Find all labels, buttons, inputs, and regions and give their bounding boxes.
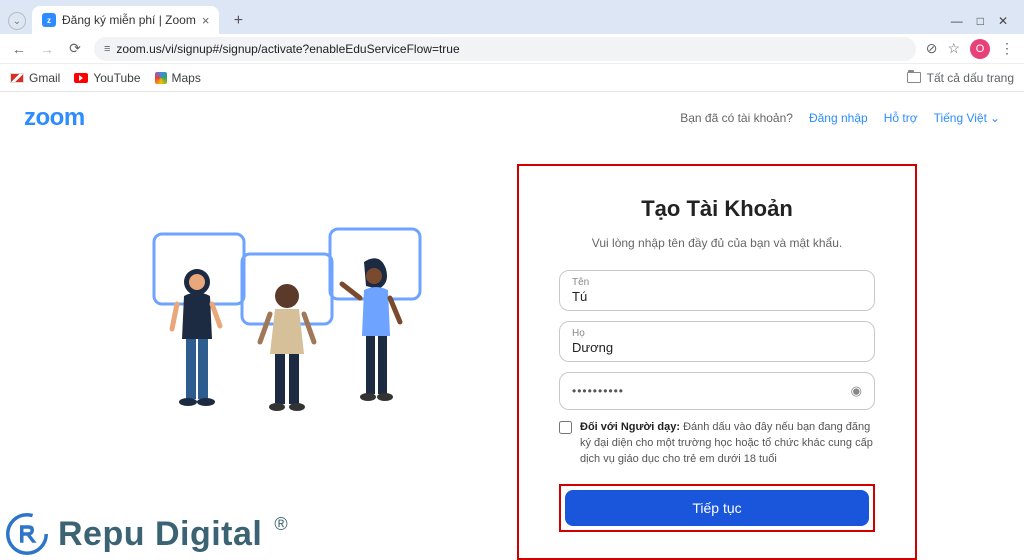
- continue-button[interactable]: Tiếp tục: [565, 490, 869, 526]
- last-name-field[interactable]: Họ: [559, 321, 875, 362]
- password-field[interactable]: ◉: [559, 372, 875, 410]
- continue-highlight: Tiếp tục: [559, 484, 875, 532]
- signin-link[interactable]: Đăng nhập: [809, 111, 868, 125]
- all-bookmarks[interactable]: Tất cả dấu trang: [907, 71, 1014, 85]
- password-input[interactable]: [572, 384, 851, 398]
- url-bar[interactable]: ≡ zoom.us/vi/signup#/signup/activate?ena…: [94, 37, 916, 61]
- last-name-input[interactable]: [572, 339, 862, 355]
- last-name-label: Họ: [572, 328, 862, 339]
- eye-icon[interactable]: ◉: [851, 383, 862, 399]
- educator-checkbox[interactable]: [559, 421, 572, 434]
- registered-icon: ®: [274, 514, 287, 535]
- bookmark-gmail[interactable]: Gmail: [10, 71, 60, 85]
- forward-icon: →: [38, 40, 56, 58]
- maximize-icon[interactable]: □: [977, 14, 984, 28]
- browser-address-bar: ← → ⟳ ≡ zoom.us/vi/signup#/signup/activa…: [0, 34, 1024, 64]
- gmail-icon: [10, 73, 24, 83]
- reload-icon[interactable]: ⟳: [66, 40, 84, 58]
- repu-logo-icon: [6, 513, 48, 555]
- minimize-icon[interactable]: —: [951, 14, 963, 28]
- chevron-down-icon: ⌄: [990, 111, 1000, 125]
- signup-illustration: [107, 164, 467, 434]
- youtube-icon: [74, 73, 88, 83]
- zoom-favicon-icon: z: [42, 13, 56, 27]
- bookmark-maps[interactable]: Maps: [155, 71, 201, 85]
- form-title: Tạo Tài Khoản: [641, 196, 793, 222]
- maps-icon: [155, 72, 167, 84]
- bookmarks-bar: Gmail YouTube Maps Tất cả dấu trang: [0, 64, 1024, 92]
- watermark-text: Repu Digital: [58, 515, 262, 554]
- tab-search-icon[interactable]: ⌄: [8, 12, 26, 30]
- site-info-icon[interactable]: ≡: [104, 43, 110, 55]
- bookmark-star-icon[interactable]: ☆: [947, 40, 960, 57]
- window-controls: — □ ✕: [943, 14, 1016, 34]
- repu-watermark: Repu Digital ®: [0, 513, 288, 555]
- profile-avatar[interactable]: O: [970, 39, 990, 59]
- url-text: zoom.us/vi/signup#/signup/activate?enabl…: [116, 42, 905, 56]
- form-subtitle: Vui lòng nhập tên đầy đủ của bạn và mật …: [592, 236, 842, 250]
- back-icon[interactable]: ←: [10, 40, 28, 58]
- tab-title: Đăng ký miễn phí | Zoom: [62, 13, 196, 27]
- first-name-field[interactable]: Tên: [559, 270, 875, 311]
- zoom-header: zoom Bạn đã có tài khoản? Đăng nhập Hỗ t…: [0, 92, 1024, 144]
- zoom-logo[interactable]: zoom: [24, 104, 85, 132]
- first-name-input[interactable]: [572, 288, 862, 304]
- new-tab-button[interactable]: +: [225, 8, 251, 34]
- close-window-icon[interactable]: ✕: [998, 14, 1008, 28]
- kebab-menu-icon[interactable]: ⋮: [1000, 40, 1014, 57]
- close-icon[interactable]: ×: [202, 13, 210, 28]
- language-selector[interactable]: Tiếng Việt ⌄: [934, 111, 1000, 125]
- first-name-label: Tên: [572, 277, 862, 288]
- account-prompt: Bạn đã có tài khoản?: [680, 111, 793, 125]
- folder-icon: [907, 72, 921, 83]
- educator-consent[interactable]: Đối với Người dạy: Đánh dấu vào đây nếu …: [559, 420, 875, 468]
- browser-tab[interactable]: z Đăng ký miễn phí | Zoom ×: [32, 6, 219, 34]
- password-key-icon[interactable]: ⊘: [926, 40, 938, 57]
- page-content: zoom Bạn đã có tài khoản? Đăng nhập Hỗ t…: [0, 92, 1024, 555]
- signup-form-panel: Tạo Tài Khoản Vui lòng nhập tên đầy đủ c…: [517, 164, 917, 560]
- support-link[interactable]: Hỗ trợ: [884, 111, 918, 125]
- bookmark-youtube[interactable]: YouTube: [74, 71, 140, 85]
- browser-tab-strip: ⌄ z Đăng ký miễn phí | Zoom × + — □ ✕: [0, 0, 1024, 34]
